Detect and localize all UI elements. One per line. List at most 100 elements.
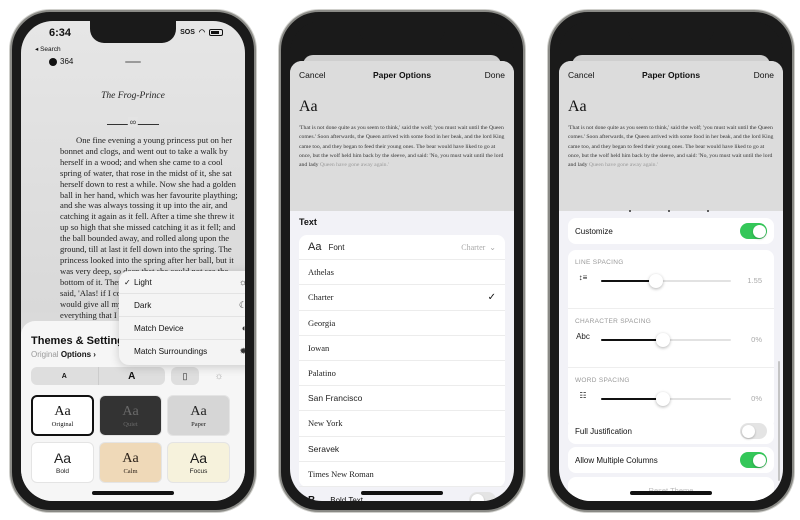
menu-item-match-device[interactable]: Match Device ◐ [119, 317, 245, 340]
current-theme-name: Original [31, 350, 59, 359]
checkmark-icon: ✓ [487, 291, 496, 303]
theme-card-calm[interactable]: Aa Calm [99, 442, 162, 483]
decrease-font-button[interactable]: A [31, 367, 99, 385]
theme-card-quiet[interactable]: Aa Quiet [99, 395, 162, 436]
customize-toggle[interactable] [740, 223, 767, 239]
font-option-times-new-roman[interactable]: Times New Roman [299, 462, 505, 487]
increase-font-button[interactable]: A [99, 367, 166, 385]
font-option-palatino[interactable]: Palatino [299, 361, 505, 387]
font-icon: Aa [308, 241, 322, 254]
font-picker-row[interactable]: Aa Font Charter ⌄ [299, 235, 505, 261]
menu-item-label: Match Surroundings [134, 347, 208, 356]
line-spacing-icon: ↕≡ [578, 273, 588, 282]
themes-subtitle: Original Options › [31, 350, 96, 359]
font-name: San Francisco [308, 393, 363, 404]
brightness-icon: ☼ [214, 370, 224, 382]
spacing-slider[interactable] [601, 274, 731, 288]
font-option-athelas[interactable]: Athelas [299, 260, 505, 286]
font-list: Aa Font Charter ⌄ Athelas Charter ✓ Georgia… [299, 235, 505, 487]
chevron-down-icon: ⌄ [489, 242, 496, 252]
preview-sample: Aa [299, 98, 318, 115]
menu-item-label: Match Device [134, 323, 184, 333]
theme-sample: Aa [122, 403, 139, 419]
notch [90, 21, 176, 43]
full-justification-toggle[interactable] [740, 423, 767, 439]
spacing-label: LINE SPACING [575, 259, 624, 266]
font-name: Georgia [308, 317, 336, 328]
phone-spacing-options: Cancel Paper Options Done Aa 'That is no… [548, 10, 794, 512]
page-count: 364 [49, 57, 73, 66]
theme-card-focus[interactable]: Aa Focus [167, 442, 230, 483]
home-indicator[interactable] [92, 491, 174, 495]
spacing-value: 1.55 [747, 276, 762, 285]
sun-bright-icon: ✹ [239, 346, 245, 356]
theme-sample: Aa [122, 450, 139, 466]
full-justification-label: Full Justification [575, 426, 632, 436]
font-option-iowan[interactable]: Iowan [299, 336, 505, 361]
spacing-settings: LINE SPACING ↕≡ 1.55 CHARACTER SPACING Abc 0%… [568, 250, 774, 429]
slider-knob[interactable] [656, 392, 671, 406]
appearance-menu: ✓ Light ☼ Dark ☾ Match Device ◐ Match Surroundi… [119, 271, 245, 365]
word-spacing-icon: ☷ [579, 391, 587, 400]
font-option-charter[interactable]: Charter ✓ [299, 285, 505, 311]
font-name: Charter [308, 292, 334, 303]
font-option-san-francisco[interactable]: San Francisco [299, 386, 505, 412]
bold-icon: B [308, 494, 316, 502]
menu-item-dark[interactable]: Dark ☾ [119, 294, 245, 317]
font-option-georgia[interactable]: Georgia [299, 311, 505, 336]
notch [628, 21, 714, 43]
scroll-dots [629, 210, 709, 213]
preview-text-faded: Queen have gone away again.' [588, 162, 658, 169]
screen: Cancel Paper Options Done Aa 'That is no… [290, 21, 514, 501]
menu-item-match-surroundings[interactable]: Match Surroundings ✹ [119, 340, 245, 363]
slider-knob[interactable] [656, 333, 671, 347]
grabber-handle[interactable] [125, 61, 141, 63]
theme-card-paper[interactable]: Aa Paper [167, 395, 230, 436]
scrollbar[interactable] [778, 361, 780, 481]
font-option-new-york[interactable]: New York [299, 411, 505, 437]
themes-title: Themes & Settings [31, 335, 131, 347]
menu-item-light[interactable]: ✓ Light ☼ [119, 271, 245, 294]
theme-name: Calm [123, 467, 138, 475]
theme-grid: Aa Original Aa Quiet Aa Paper Aa Bold Aa Calm Aa Fo… [31, 395, 233, 483]
reset-theme-button[interactable]: Reset Theme [568, 477, 774, 501]
slider-fill [601, 280, 656, 282]
font-size-control: A A [31, 367, 165, 385]
home-indicator[interactable] [361, 491, 443, 495]
home-indicator[interactable] [630, 491, 712, 495]
preview-text: 'That is not done quite as you seem to t… [568, 124, 774, 170]
theme-name: Focus [189, 467, 208, 475]
customize-label: Customize [575, 226, 613, 236]
theme-sample: Aa [190, 403, 207, 419]
spacing-block-line-spacing: LINE SPACING ↕≡ 1.55 [568, 250, 774, 309]
back-to-search-link[interactable]: ◂ Search [35, 45, 61, 53]
page-layout-button[interactable]: ▯ [171, 367, 199, 385]
sos-label: SOS [180, 28, 195, 36]
done-button[interactable]: Done [754, 70, 774, 80]
customize-row: Customize [568, 218, 774, 244]
theme-sample: Aa [189, 449, 208, 466]
sheet-title: Paper Options [641, 70, 701, 80]
font-option-seravek[interactable]: Seravek [299, 437, 505, 462]
bold-text-toggle[interactable] [469, 492, 496, 501]
spacing-slider[interactable] [601, 333, 731, 347]
font-name: Iowan [308, 342, 330, 353]
bold-text-label: Bold Text [330, 495, 363, 502]
options-link[interactable]: Options › [61, 350, 96, 359]
screen: 6:34 SOS ◠ ◂ Search 364 The Frog-Prince … [21, 21, 245, 501]
theme-card-original[interactable]: Aa Original [31, 395, 94, 436]
theme-card-bold[interactable]: Aa Bold [31, 442, 94, 483]
font-label: Font [328, 242, 345, 252]
done-button[interactable]: Done [485, 70, 505, 80]
page-layout-icon: ▯ [182, 370, 188, 381]
font-name: Palatino [308, 368, 336, 379]
slider-knob[interactable] [648, 274, 663, 288]
checkmark-icon: ✓ [124, 277, 131, 287]
paper-options-sheet: Cancel Paper Options Done Aa 'That is no… [559, 61, 783, 501]
multiple-columns-toggle[interactable] [740, 452, 767, 468]
appearance-button[interactable]: ☼ [205, 367, 233, 385]
theme-sample: Aa [53, 449, 72, 466]
spacing-slider[interactable] [601, 392, 731, 406]
status-time: 6:34 [49, 27, 72, 39]
spacing-value: 0% [751, 335, 762, 344]
